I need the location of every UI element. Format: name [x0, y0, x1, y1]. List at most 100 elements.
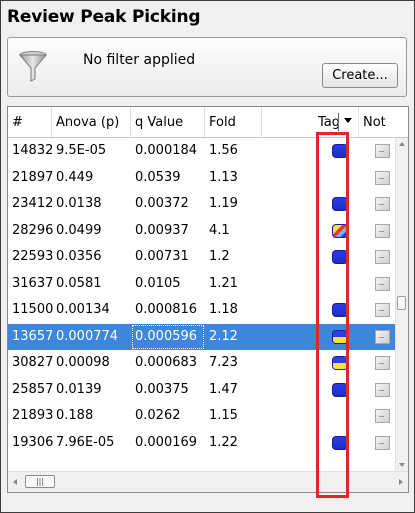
- create-filter-button[interactable]: Create...: [322, 63, 398, 88]
- note-icon[interactable]: [375, 250, 390, 264]
- table-row[interactable]: 14832 9.5E-05 0.000184 1.56: [8, 138, 396, 165]
- cell-id: 11500: [12, 302, 54, 317]
- horizontal-scrollbar[interactable]: |||: [8, 471, 408, 492]
- table-row[interactable]: 25857 0.0139 0.00375 1.47: [8, 377, 396, 404]
- cell-id: 31637: [12, 275, 54, 291]
- cell-qvalue: 0.00372: [135, 196, 189, 211]
- tag-color-icon[interactable]: [332, 329, 348, 344]
- scroll-right-icon[interactable]: [399, 479, 403, 485]
- tag-color-icon[interactable]: [332, 250, 348, 264]
- note-icon[interactable]: [375, 409, 390, 423]
- cell-anova: 9.5E-05: [56, 143, 107, 158]
- table-body: 14832 9.5E-05 0.000184 1.56 21897 0.449 0.0539…: [8, 138, 396, 456]
- review-peak-picking-panel: Review Peak Picking No filter applied Cr…: [0, 0, 415, 513]
- cell-fold: 1.18: [209, 302, 238, 317]
- note-icon[interactable]: [375, 223, 390, 238]
- tag-color-icon[interactable]: [332, 223, 348, 238]
- cell-anova: 0.00098: [56, 355, 110, 370]
- note-icon[interactable]: [375, 170, 390, 185]
- cell-id: 19306: [12, 434, 54, 450]
- cell-anova: 0.0138: [56, 196, 102, 211]
- cell-qvalue: 0.000184: [135, 143, 198, 158]
- cell-fold: 1.22: [209, 434, 238, 450]
- filter-status-text: No filter applied: [83, 52, 196, 68]
- cell-fold: 1.15: [209, 408, 238, 423]
- cell-fold: 1.56: [209, 143, 238, 158]
- table-row[interactable]: 30827 0.00098 0.000683 7.23: [8, 350, 396, 377]
- table-row[interactable]: 11500 0.00134 0.000816 1.18: [8, 297, 396, 324]
- note-icon[interactable]: [375, 356, 390, 370]
- table-header: # Anova (p) q Value Fold Tag Not: [8, 107, 408, 138]
- cell-fold: 2.12: [209, 328, 238, 344]
- cell-id: 13657: [12, 328, 54, 344]
- cell-id: 14832: [12, 143, 54, 158]
- cell-anova: 0.000774: [56, 328, 119, 344]
- vertical-scrollbar[interactable]: [395, 138, 408, 471]
- cell-qvalue: 0.00731: [135, 249, 189, 264]
- note-icon[interactable]: [375, 197, 390, 211]
- filter-area: No filter applied Create...: [7, 37, 407, 97]
- cell-anova: 7.96E-05: [56, 434, 115, 450]
- cell-fold: 1.19: [209, 196, 238, 211]
- cell-anova: 0.0581: [56, 275, 102, 291]
- peak-table: # Anova (p) q Value Fold Tag Not 14832 9.…: [7, 106, 409, 493]
- funnel-icon: [18, 51, 48, 82]
- cell-fold: 1.2: [209, 249, 230, 264]
- cell-qvalue: 0.000169: [135, 434, 198, 450]
- cell-id: 28296: [12, 222, 54, 238]
- table-row[interactable]: 22593 0.0356 0.00731 1.2: [8, 244, 396, 271]
- cell-id: 22593: [12, 249, 54, 264]
- cell-anova: 0.449: [56, 169, 94, 185]
- table-row[interactable]: 19306 7.96E-05 0.000169 1.22: [8, 430, 396, 457]
- note-icon[interactable]: [375, 382, 390, 397]
- note-icon[interactable]: [375, 276, 390, 291]
- cell-fold: 1.13: [209, 169, 238, 185]
- column-header-tag[interactable]: Tag: [314, 107, 359, 137]
- column-header-notes[interactable]: Not: [359, 107, 408, 137]
- tag-color-icon[interactable]: [332, 303, 348, 317]
- cell-anova: 0.0499: [56, 222, 102, 238]
- tag-header-label: Tag: [318, 115, 341, 130]
- note-icon[interactable]: [375, 435, 390, 450]
- column-header-id[interactable]: #: [8, 107, 52, 137]
- column-header-qvalue[interactable]: q Value: [131, 107, 205, 137]
- cell-anova: 0.188: [56, 408, 94, 423]
- cell-qvalue: 0.000596: [131, 324, 205, 350]
- cell-id: 25857: [12, 381, 54, 397]
- table-row[interactable]: 23412 0.0138 0.00372 1.19: [8, 191, 396, 218]
- cell-qvalue: 0.000816: [135, 302, 198, 317]
- cell-id: 23412: [12, 196, 54, 211]
- cell-fold: 4.1: [209, 222, 230, 238]
- scroll-left-icon[interactable]: [13, 479, 17, 485]
- cell-qvalue: 0.0262: [135, 408, 181, 423]
- scroll-down-icon[interactable]: [399, 463, 405, 467]
- note-icon[interactable]: [375, 329, 390, 344]
- tag-dropdown-icon[interactable]: [344, 118, 352, 123]
- column-header-fold[interactable]: Fold: [205, 107, 262, 137]
- cell-fold: 1.21: [209, 275, 238, 291]
- tag-color-icon[interactable]: [332, 382, 348, 397]
- column-header-anova[interactable]: Anova (p): [52, 107, 131, 137]
- table-row[interactable]: 31637 0.0581 0.0105 1.21: [8, 271, 396, 298]
- scroll-up-icon[interactable]: [399, 142, 405, 146]
- tag-color-icon[interactable]: [332, 356, 348, 370]
- panel-title: Review Peak Picking: [7, 7, 201, 27]
- note-icon[interactable]: [375, 303, 390, 317]
- cell-id: 30827: [12, 355, 54, 370]
- tag-color-icon[interactable]: [332, 144, 348, 158]
- cell-id: 21897: [12, 169, 54, 185]
- vertical-scroll-thumb[interactable]: [397, 296, 406, 310]
- table-row[interactable]: 13657 0.000774 0.000596 2.12: [8, 323, 396, 350]
- note-icon[interactable]: [375, 144, 390, 158]
- horizontal-scroll-thumb[interactable]: |||: [25, 475, 55, 488]
- table-row[interactable]: 21897 0.449 0.0539 1.13: [8, 165, 396, 192]
- tag-color-icon[interactable]: [332, 435, 348, 450]
- cell-id: 21893: [12, 408, 54, 423]
- cell-anova: 0.0356: [56, 249, 102, 264]
- table-row[interactable]: 28296 0.0499 0.00937 4.1: [8, 218, 396, 245]
- tag-color-icon[interactable]: [332, 197, 348, 211]
- cell-anova: 0.0139: [56, 381, 102, 397]
- tag-header-separator: [338, 113, 339, 131]
- table-row[interactable]: 21893 0.188 0.0262 1.15: [8, 403, 396, 430]
- cell-qvalue: 0.0105: [135, 275, 181, 291]
